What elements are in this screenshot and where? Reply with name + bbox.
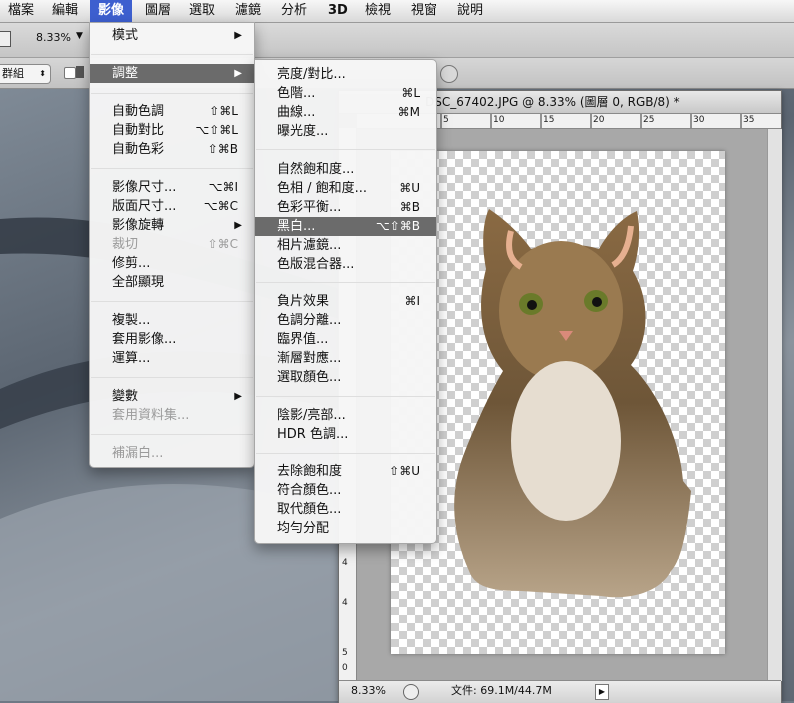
menu-separator — [256, 396, 435, 397]
menu-item-color-balance[interactable]: 色彩平衡... ⌘B — [255, 198, 436, 217]
status-bar: 8.33% 文件: 69.1M/44.7M ▶ — [339, 680, 781, 703]
ruler-label: 5 — [342, 648, 348, 658]
menu-item-auto-tone[interactable]: 自動色調 ⇧⌘L — [90, 102, 254, 121]
menu-item-auto-contrast[interactable]: 自動對比 ⌥⇧⌘L — [90, 121, 254, 140]
submenu-arrow-icon: ▶ — [234, 391, 242, 402]
ruler-label: 4 — [342, 558, 348, 568]
ruler-label: 35 — [743, 115, 755, 125]
menu-item-brightness-contrast[interactable]: 亮度/對比... — [255, 65, 436, 84]
menu-item-replace-color[interactable]: 取代顏色... — [255, 500, 436, 519]
updown-arrows-icon: ⬍ — [39, 69, 46, 78]
vertical-scrollbar[interactable] — [767, 129, 782, 681]
menu-item-exposure[interactable]: 曝光度... — [255, 122, 436, 141]
menu-item-image-size[interactable]: 影像尺寸... ⌥⌘I — [90, 178, 254, 197]
menu-separator — [91, 168, 253, 169]
menu-item-black-white[interactable]: 黑白... ⌥⇧⌘B — [255, 217, 436, 236]
menu-item-auto-color[interactable]: 自動色彩 ⇧⌘B — [90, 140, 254, 159]
cat-photo — [454, 209, 691, 598]
menu-separator — [256, 149, 435, 150]
menu-separator — [91, 93, 253, 94]
menu-item-equalize[interactable]: 均勻分配 — [255, 519, 436, 538]
menu-image[interactable]: 影像 — [90, 0, 133, 22]
menu-separator — [256, 453, 435, 454]
menu-item-shadows-highlights[interactable]: 陰影/亮部... — [255, 406, 436, 425]
menu-item-match-color[interactable]: 符合顏色... — [255, 481, 436, 500]
menu-item-posterize[interactable]: 色調分離... — [255, 311, 436, 330]
dropdown-value: 群組 — [2, 67, 24, 80]
menu-item-threshold[interactable]: 臨界值... — [255, 330, 436, 349]
menu-item-selective-color[interactable]: 選取顏色... — [255, 368, 436, 387]
menu-item-apply-data-set: 套用資料集... — [112, 408, 190, 423]
ruler-label: 20 — [593, 115, 605, 125]
menu-separator — [256, 282, 435, 283]
menu-item-image-rotation[interactable]: 影像旋轉 ▶ — [90, 216, 254, 235]
submenu-arrow-icon: ▶ — [234, 30, 242, 41]
menu-select[interactable]: 選取 — [181, 0, 223, 22]
menu-item-hue-saturation[interactable]: 色相 / 飽和度... ⌘U — [255, 179, 436, 198]
image-canvas[interactable] — [391, 151, 725, 654]
menu-file[interactable]: 檔案 — [0, 0, 42, 22]
chevron-down-icon[interactable]: ▼ — [76, 31, 83, 41]
screen-mode-icon[interactable] — [0, 31, 11, 47]
menu-item-channel-mixer[interactable]: 色版混合器... — [255, 255, 436, 274]
zoom-level[interactable]: 8.33% — [36, 31, 71, 44]
menu-item-vibrance[interactable]: 自然飽和度... — [255, 160, 436, 179]
ruler-label: 25 — [643, 115, 655, 125]
submenu-arrow-icon: ▶ — [234, 68, 242, 79]
menu-separator — [91, 54, 253, 55]
menu-view[interactable]: 檢視 — [357, 0, 399, 22]
menu-layer[interactable]: 圖層 — [137, 0, 179, 22]
menu-item-levels[interactable]: 色階... ⌘L — [255, 84, 436, 103]
menu-item-hdr-toning[interactable]: HDR 色調... — [255, 425, 436, 444]
submenu-arrow-icon: ▶ — [234, 220, 242, 231]
menu-analysis[interactable]: 分析 — [273, 0, 315, 22]
menu-item-variables[interactable]: 變數 ▶ — [90, 387, 254, 406]
menu-item-trim[interactable]: 修剪... — [90, 254, 254, 273]
menu-separator — [91, 301, 253, 302]
menu-item-gradient-map[interactable]: 漸層對應... — [255, 349, 436, 368]
menu-item-trap: 補漏白... — [112, 446, 164, 461]
menu-item-canvas-size[interactable]: 版面尺寸... ⌥⌘C — [90, 197, 254, 216]
menu-bar: 檔案 編輯 影像 圖層 選取 濾鏡 分析 3D 檢視 視窗 說明 — [0, 0, 794, 23]
menu-window[interactable]: 視窗 — [403, 0, 445, 22]
menu-item-desaturate[interactable]: 去除飽和度 ⇧⌘U — [255, 462, 436, 481]
menu-filter[interactable]: 濾鏡 — [227, 0, 269, 22]
show-transform-checkbox[interactable] — [64, 67, 76, 79]
menu-item-mode[interactable]: 模式 ▶ — [90, 26, 254, 45]
menu-3d[interactable]: 3D — [320, 0, 356, 22]
menu-item-invert[interactable]: 負片效果 ⌘I — [255, 292, 436, 311]
ruler-label: 5 — [443, 115, 449, 125]
ruler-label: 4 — [342, 598, 348, 608]
menu-item-crop: 裁切 ⇧⌘C — [112, 237, 238, 252]
menu-item-adjustments[interactable]: 調整 ▶ — [90, 64, 254, 83]
adjustments-submenu: 亮度/對比... 色階... ⌘L 曲線... ⌘M 曝光度... 自然飽和度...… — [254, 59, 437, 544]
ruler-label: 10 — [493, 115, 505, 125]
menu-item-apply-image[interactable]: 套用影像... — [90, 330, 254, 349]
menu-item-calculations[interactable]: 運算... — [90, 349, 254, 368]
auto-select-dropdown[interactable]: 群組 ⬍ — [0, 64, 51, 84]
align-icon[interactable] — [440, 65, 458, 83]
menu-edit[interactable]: 編輯 — [44, 0, 86, 22]
menu-item-duplicate[interactable]: 複製... — [90, 311, 254, 330]
info-icon[interactable] — [403, 684, 419, 700]
menu-help[interactable]: 說明 — [449, 0, 491, 22]
checkbox-label-icon — [76, 66, 84, 78]
ruler-label: 0 — [342, 663, 348, 673]
document-title: DSC_67402.JPG @ 8.33% (圖層 0, RGB/8) * — [425, 95, 680, 109]
ruler-label: 30 — [693, 115, 705, 125]
play-arrow-icon[interactable]: ▶ — [595, 684, 609, 700]
image-menu-dropdown: 模式 ▶ 調整 ▶ 自動色調 ⇧⌘L 自動對比 ⌥⇧⌘L 自動色彩 ⇧⌘B 影像尺寸...… — [89, 22, 255, 468]
menu-separator — [91, 434, 253, 435]
menu-item-reveal-all[interactable]: 全部顯現 — [90, 273, 254, 292]
ruler-label: 15 — [543, 115, 555, 125]
menu-item-photo-filter[interactable]: 相片濾鏡... — [255, 236, 436, 255]
document-size: 文件: 69.1M/44.7M — [451, 684, 552, 697]
status-zoom[interactable]: 8.33% — [351, 681, 386, 701]
menu-item-curves[interactable]: 曲線... ⌘M — [255, 103, 436, 122]
menu-separator — [91, 377, 253, 378]
